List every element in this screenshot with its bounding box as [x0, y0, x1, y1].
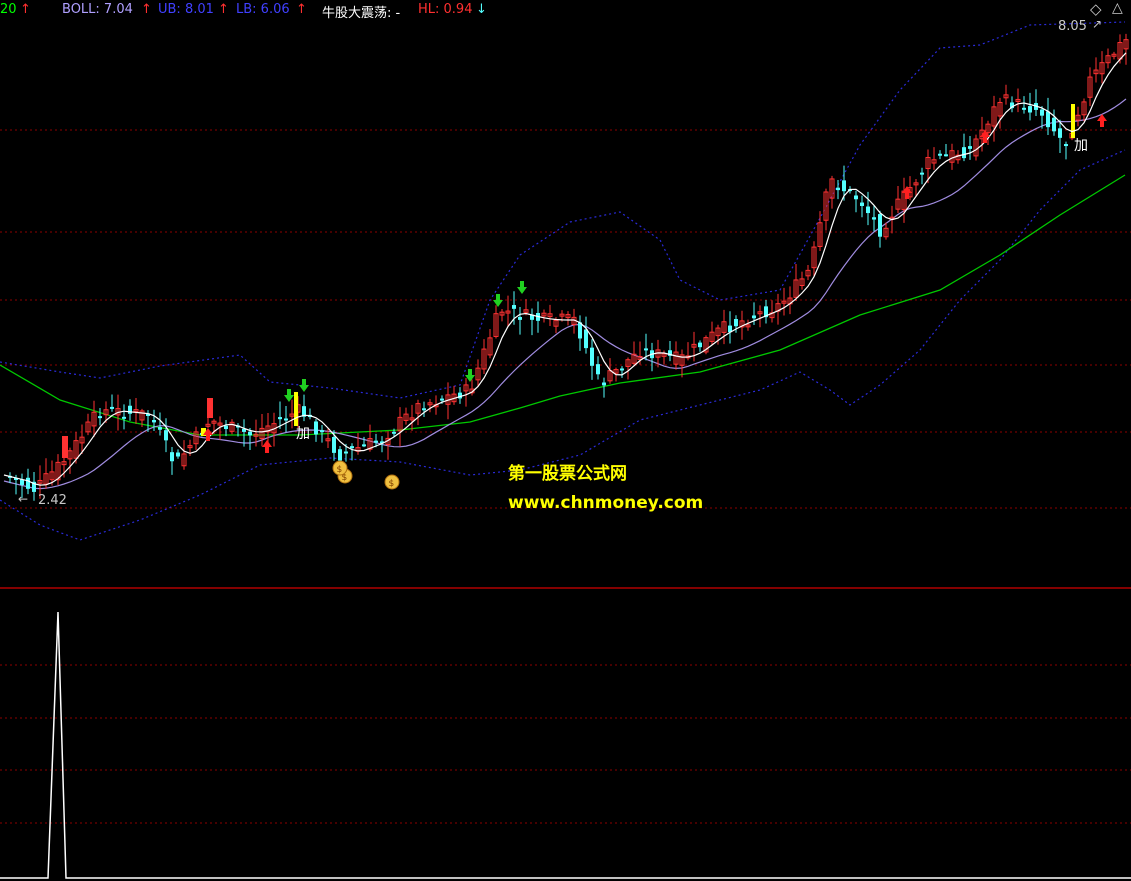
add-label-2: 加 [1074, 138, 1088, 154]
candle-body-20 [122, 416, 126, 419]
lb-up-arrow-icon: ↑ [296, 2, 307, 17]
candle-body-28 [170, 452, 174, 462]
money-bag-symbol-2: $ [337, 465, 343, 475]
candle-body-41 [248, 431, 252, 436]
high-price-arrow: ↗ [1092, 17, 1102, 31]
candle-body-157 [944, 154, 948, 157]
diamond-icon[interactable]: ◇ [1090, 0, 1102, 18]
candle-body-140 [842, 180, 846, 192]
candle-body-97 [584, 329, 588, 349]
lb-value: LB: 6.06 [236, 2, 290, 17]
candle-body-62 [374, 440, 378, 443]
candle-body-175 [1052, 117, 1056, 132]
candle-body-177 [1064, 144, 1068, 147]
candle-body-139 [836, 187, 840, 191]
candle-body-86 [518, 317, 522, 320]
ub-up-arrow-icon: ↑ [218, 2, 229, 17]
candle-body-143 [860, 202, 864, 206]
candle-body-142 [854, 195, 858, 200]
candle-body-171 [1028, 106, 1032, 113]
triangle-up-icon[interactable]: △ [1112, 0, 1123, 16]
yellow-signal-bar-1 [294, 392, 298, 426]
indicator-name: 牛股大震荡: - [322, 6, 401, 21]
boll-up-arrow-icon: ↑ [141, 2, 152, 17]
money-bag-icon-1: $ [384, 474, 400, 490]
ma-up-arrow-icon: ↑ [20, 2, 31, 17]
ma-long-line [0, 174, 1126, 436]
candle-body-122 [734, 319, 738, 327]
candle-body-46 [278, 417, 282, 420]
red-solid-candle-1 [62, 436, 68, 458]
candle-body-170 [1022, 107, 1026, 110]
candle-body-37 [224, 425, 228, 430]
low-price-arrow: ← [18, 492, 28, 506]
candle-body-107 [644, 348, 648, 351]
candle-body-176 [1058, 128, 1062, 138]
candle-body-53 [320, 430, 324, 433]
candle-body-160 [962, 147, 966, 159]
candle-body-100 [602, 382, 606, 386]
candle-body-98 [590, 347, 594, 366]
candle-body-144 [866, 206, 870, 214]
money-bag-icon-2: $ [332, 460, 348, 476]
stock-chart[interactable]: $$$ 2.42 8.05 ← ↗ 加 加 [0, 0, 1131, 881]
buy-arrow-icon-0 [262, 440, 272, 453]
candle-body-60 [362, 444, 366, 447]
candle-body-96 [578, 322, 582, 339]
candle-body-56 [338, 449, 342, 461]
candle-body-16 [98, 416, 102, 419]
candle-body-174 [1046, 111, 1050, 128]
low-price-label: 2.42 [38, 493, 67, 508]
candle-body-3 [20, 479, 24, 485]
sub-indicator-line [0, 611, 1131, 879]
candle-body-173 [1040, 109, 1044, 116]
candle-body-25 [152, 420, 156, 423]
candle-body-65 [392, 431, 396, 434]
money-bag-symbol-1: $ [389, 479, 395, 489]
ub-value: UB: 8.01 [158, 2, 214, 17]
candle-body-99 [596, 364, 600, 375]
candle-body-21 [128, 405, 132, 414]
candle-body-58 [350, 446, 354, 449]
candle-body-27 [164, 430, 168, 441]
candle-body-116 [698, 342, 702, 348]
add-label-1: 加 [296, 426, 310, 442]
sell-arrow-icon-3 [493, 294, 503, 307]
sell-arrow-icon-1 [299, 379, 309, 392]
candle-body-85 [512, 305, 516, 309]
upper-band-line [0, 21, 1126, 399]
candle-body-161 [968, 146, 972, 149]
candle-body-103 [620, 368, 624, 371]
sell-arrow-icon-4 [517, 281, 527, 294]
candle-body-4 [26, 477, 30, 489]
watermark-title: 第一股票公式网 [508, 464, 627, 484]
candle-body-73 [440, 398, 444, 401]
candle-body-18 [110, 406, 114, 409]
yellow-signal-bar-2 [1071, 104, 1075, 138]
watermark-url: www.chnmoney.com [508, 493, 704, 513]
candle-body-125 [752, 315, 756, 319]
candle-body-153 [920, 172, 924, 175]
ma-period-value: 20 [0, 2, 17, 17]
hl-value: HL: 0.94 [418, 2, 473, 17]
candle-body-52 [314, 421, 318, 435]
candle-body-57 [344, 451, 348, 454]
candle-body-70 [422, 408, 426, 411]
candle-body-145 [872, 217, 876, 220]
high-price-label: 8.05 [1058, 19, 1087, 34]
candle-body-55 [332, 436, 336, 453]
candle-body-47 [284, 418, 288, 421]
candle-body-146 [878, 214, 882, 237]
candle-body-29 [176, 452, 180, 457]
red-solid-candle-2 [207, 398, 213, 418]
hl-down-arrow-icon: ↓ [476, 2, 487, 17]
boll-value: BOLL: 7.04 [62, 2, 133, 17]
candle-body-156 [938, 153, 942, 156]
ma-short-line [3, 52, 1127, 486]
candle-body-26 [158, 427, 162, 430]
